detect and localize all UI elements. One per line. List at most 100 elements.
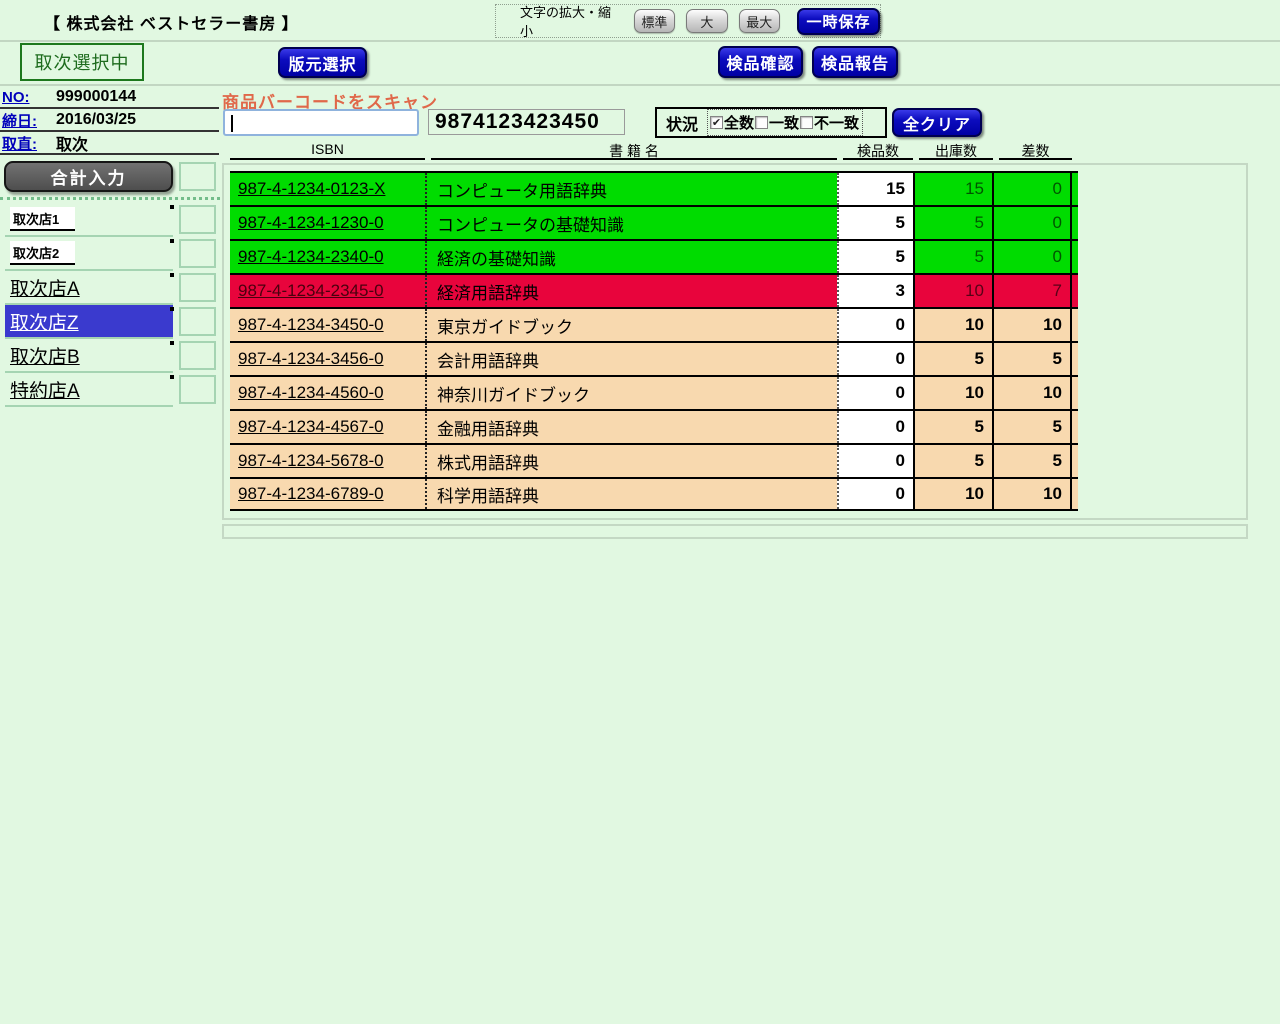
total-input-button[interactable]: 合計入力 [4, 161, 173, 192]
book-title: 科学用語辞典 [425, 479, 837, 509]
store-link[interactable]: 取次店A [10, 274, 80, 301]
diff-count: 10 [992, 309, 1072, 341]
isbn-link[interactable]: 987-4-1234-4560-0 [230, 377, 425, 409]
app-title: 【 株式会社 ベストセラー書房 】 [44, 10, 299, 34]
table-row: 987-4-1234-2340-0経済の基礎知識550 [230, 239, 1078, 273]
status-filter-option: 不一致 [800, 112, 860, 133]
book-title: 東京ガイドブック [425, 309, 837, 341]
book-title: コンピュータの基礎知識 [425, 207, 837, 239]
store-side-cell [179, 273, 216, 302]
row-edge [1072, 275, 1078, 307]
font-max-button[interactable]: 最大 [739, 9, 780, 33]
book-title: 経済の基礎知識 [425, 241, 837, 273]
checkbox-icon[interactable] [710, 116, 723, 129]
font-standard-button[interactable]: 標準 [634, 9, 675, 33]
store-link[interactable]: 取次店1 [10, 207, 75, 231]
store-row: 特約店A [0, 373, 222, 407]
book-title: 神奈川ガイドブック [425, 377, 837, 409]
inspected-count-input[interactable]: 0 [837, 343, 913, 375]
store-row: 取次店Z [0, 305, 222, 339]
column-header-book-title: 書 籍 名 [431, 141, 837, 160]
isbn-link[interactable]: 987-4-1234-2345-0 [230, 275, 425, 307]
store-cell: 取次店A [5, 271, 173, 305]
store-marker-dot [170, 205, 174, 209]
table-row: 987-4-1234-1230-0コンピュータの基礎知識550 [230, 205, 1078, 239]
barcode-scan-input[interactable] [223, 109, 419, 136]
store-link[interactable]: 取次店Z [10, 308, 79, 335]
inspected-count-input[interactable]: 5 [837, 241, 913, 273]
checkbox-icon[interactable] [755, 116, 768, 129]
row-edge [1072, 207, 1078, 239]
inspect-confirm-button[interactable]: 検品確認 [718, 46, 803, 78]
table-row: 987-4-1234-6789-0科学用語辞典01010 [230, 477, 1078, 511]
inspected-count-input[interactable]: 15 [837, 173, 913, 205]
store-link[interactable]: 取次店B [10, 342, 80, 369]
closing-date-row: 締日: 2016/03/25 [0, 110, 219, 132]
status-filter-options: 全数一致不一致 [707, 109, 863, 136]
store-marker-dot [170, 273, 174, 277]
store-marker-dot [170, 341, 174, 345]
column-header-shipped: 出庫数 [919, 141, 993, 160]
table-row: 987-4-1234-4560-0神奈川ガイドブック01010 [230, 375, 1078, 409]
checkbox-label[interactable]: 全数 [724, 112, 754, 133]
checkbox-label[interactable]: 不一致 [814, 112, 859, 133]
isbn-link[interactable]: 987-4-1234-0123-X [230, 173, 425, 205]
store-cell: 取次店2 [5, 237, 173, 271]
inspected-count-input[interactable]: 0 [837, 479, 913, 509]
diff-count: 5 [992, 411, 1072, 443]
inspected-count-input[interactable]: 0 [837, 445, 913, 477]
isbn-link[interactable]: 987-4-1234-3456-0 [230, 343, 425, 375]
shipped-count: 10 [913, 377, 992, 409]
store-link[interactable]: 取次店2 [10, 241, 75, 265]
diff-count: 5 [992, 445, 1072, 477]
isbn-link[interactable]: 987-4-1234-1230-0 [230, 207, 425, 239]
isbn-link[interactable]: 987-4-1234-4567-0 [230, 411, 425, 443]
route-value: 取次 [56, 131, 88, 155]
column-header-diff: 差数 [999, 141, 1072, 160]
barcode-display: 9874123423450 [428, 109, 625, 135]
store-link[interactable]: 特約店A [10, 376, 80, 403]
publisher-select-button[interactable]: 版元選択 [278, 47, 367, 78]
side-cell [179, 162, 216, 191]
closing-date-value: 2016/03/25 [56, 111, 136, 129]
store-marker-dot [170, 375, 174, 379]
isbn-link[interactable]: 987-4-1234-2340-0 [230, 241, 425, 273]
isbn-link[interactable]: 987-4-1234-3450-0 [230, 309, 425, 341]
store-side-cell [179, 375, 216, 404]
inspected-count-input[interactable]: 5 [837, 207, 913, 239]
table-row: 987-4-1234-4567-0金融用語辞典055 [230, 409, 1078, 443]
checkbox-icon[interactable] [800, 116, 813, 129]
store-row: 取次店A [0, 271, 222, 305]
font-size-label: 文字の拡大・縮小 [520, 2, 623, 40]
dotted-divider [0, 197, 220, 200]
inspection-table: 987-4-1234-0123-Xコンピュータ用語辞典15150987-4-12… [230, 171, 1078, 511]
isbn-link[interactable]: 987-4-1234-6789-0 [230, 479, 425, 509]
diff-count: 5 [992, 343, 1072, 375]
checkbox-label[interactable]: 一致 [769, 112, 799, 133]
doc-number-value: 999000144 [56, 88, 136, 106]
store-row: 取次店2 [0, 237, 222, 271]
table-row: 987-4-1234-0123-Xコンピュータ用語辞典15150 [230, 171, 1078, 205]
isbn-link[interactable]: 987-4-1234-5678-0 [230, 445, 425, 477]
row-edge [1072, 411, 1078, 443]
diff-count: 7 [992, 275, 1072, 307]
doc-number-label: NO: [2, 89, 56, 106]
inspected-count-input[interactable]: 0 [837, 377, 913, 409]
store-marker-dot [170, 239, 174, 243]
inspected-count-input[interactable]: 0 [837, 411, 913, 443]
font-large-button[interactable]: 大 [686, 9, 727, 33]
book-title: 株式用語辞典 [425, 445, 837, 477]
book-title: コンピュータ用語辞典 [425, 173, 837, 205]
temp-save-button[interactable]: 一時保存 [797, 8, 880, 35]
inspected-count-input[interactable]: 3 [837, 275, 913, 307]
diff-count: 0 [992, 207, 1072, 239]
status-filter-option: 一致 [755, 112, 800, 133]
shipped-count: 15 [913, 173, 992, 205]
store-side-cell [179, 239, 216, 268]
clear-all-button[interactable]: 全クリア [892, 108, 982, 137]
inspected-count-input[interactable]: 0 [837, 309, 913, 341]
book-title: 経済用語辞典 [425, 275, 837, 307]
table-row: 987-4-1234-2345-0経済用語辞典3107 [230, 273, 1078, 307]
inspect-report-button[interactable]: 検品報告 [812, 46, 898, 78]
row-edge [1072, 173, 1078, 205]
